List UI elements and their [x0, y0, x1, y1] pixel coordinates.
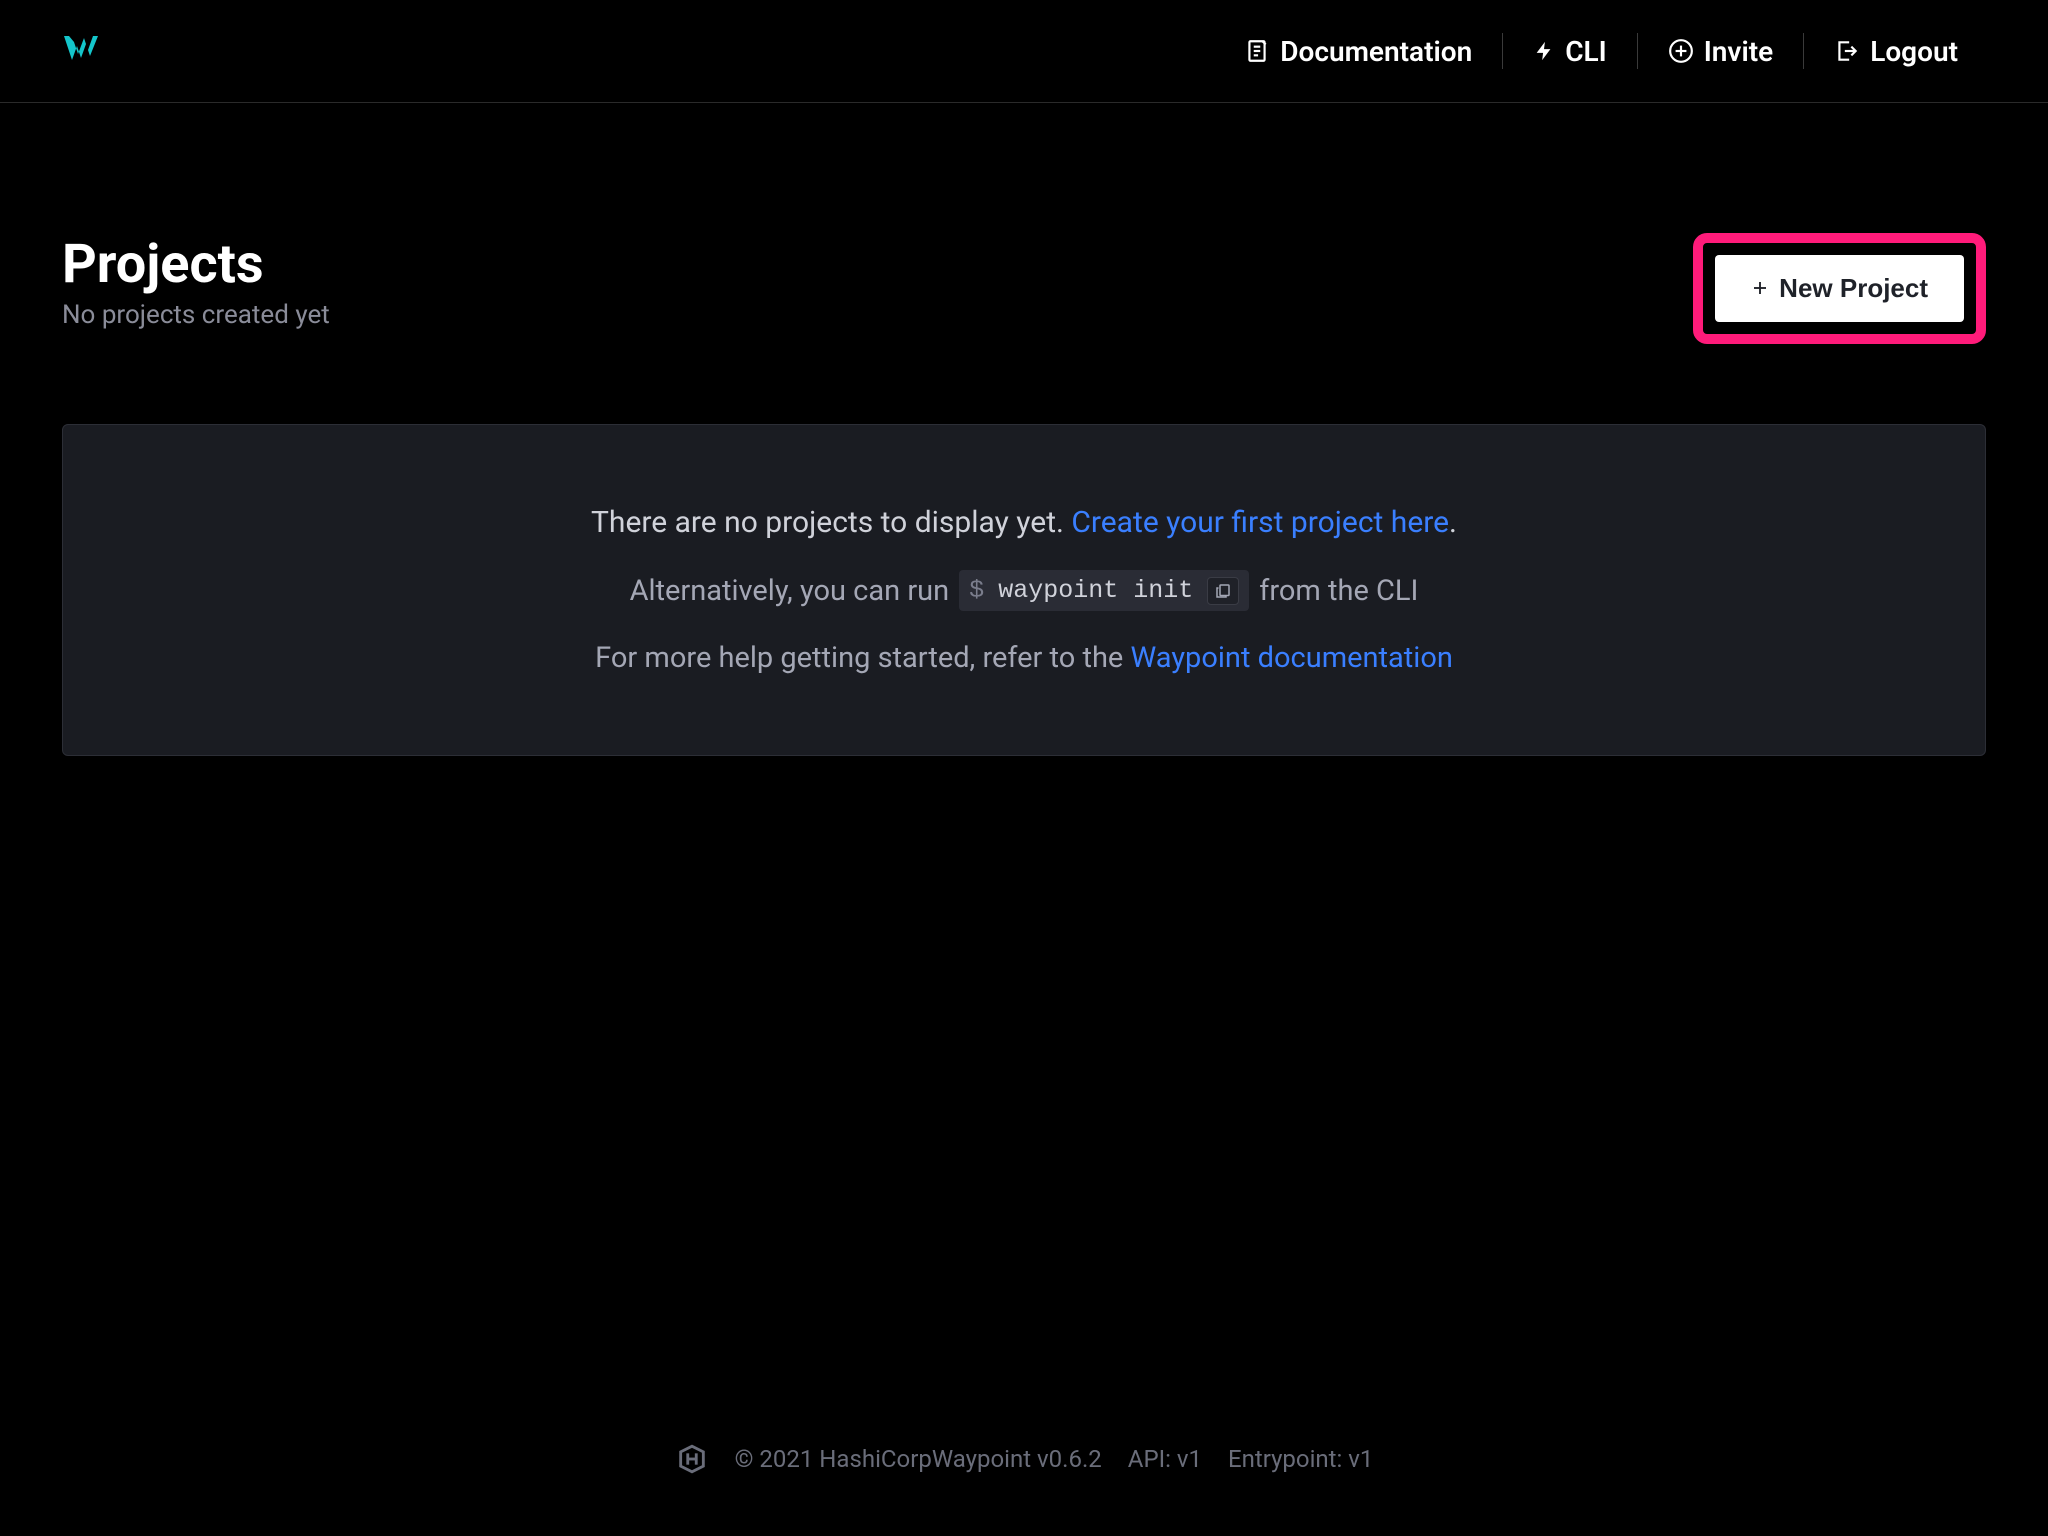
top-nav: Documentation CLI Invite — [1214, 33, 1988, 69]
nav-cli[interactable]: CLI — [1503, 35, 1637, 68]
plus-circle-icon — [1668, 38, 1694, 64]
waypoint-docs-link[interactable]: Waypoint documentation — [1131, 641, 1453, 675]
nav-cli-label: CLI — [1565, 35, 1607, 68]
waypoint-logo[interactable] — [60, 30, 102, 72]
plus-icon — [1751, 273, 1769, 304]
hashicorp-logo-icon — [675, 1442, 709, 1476]
new-project-button[interactable]: New Project — [1715, 255, 1964, 322]
nav-logout[interactable]: Logout — [1804, 35, 1988, 68]
new-project-highlight: New Project — [1693, 233, 1986, 344]
waypoint-logo-icon — [60, 30, 102, 72]
page-header: Projects No projects created yet New Pro… — [62, 233, 1986, 344]
footer: © 2021 HashiCorpWaypoint v0.6.2 API: v1 … — [0, 1442, 2048, 1476]
document-icon — [1244, 38, 1270, 64]
footer-entrypoint: Entrypoint: v1 — [1228, 1445, 1373, 1473]
page-subtitle: No projects created yet — [62, 300, 330, 330]
empty-state-line2-prefix: Alternatively, you can run — [630, 574, 950, 608]
header: Documentation CLI Invite — [0, 0, 2048, 103]
code-snippet: $ waypoint init — [959, 570, 1249, 611]
main-content: Projects No projects created yet New Pro… — [0, 103, 2048, 756]
code-prompt: $ — [969, 576, 984, 605]
page-title: Projects — [62, 233, 330, 296]
footer-api: API: v1 — [1128, 1445, 1202, 1473]
new-project-label: New Project — [1779, 273, 1928, 304]
empty-state-line2: Alternatively, you can run $ waypoint in… — [103, 570, 1945, 611]
empty-state-line1: There are no projects to display yet. Cr… — [103, 505, 1945, 540]
nav-logout-label: Logout — [1870, 35, 1958, 68]
title-group: Projects No projects created yet — [62, 233, 330, 330]
empty-state-line3-prefix: For more help getting started, refer to … — [595, 641, 1130, 675]
empty-state-line1-suffix: . — [1449, 505, 1457, 540]
empty-state-line2-suffix: from the CLI — [1259, 574, 1418, 608]
copy-button[interactable] — [1207, 577, 1239, 605]
nav-documentation-label: Documentation — [1280, 35, 1472, 68]
clipboard-icon — [1214, 582, 1232, 600]
create-first-project-link[interactable]: Create your first project here — [1071, 505, 1449, 540]
logout-icon — [1834, 38, 1860, 64]
empty-state-line3: For more help getting started, refer to … — [103, 641, 1945, 675]
nav-invite-label: Invite — [1704, 35, 1773, 68]
bolt-icon — [1533, 38, 1555, 64]
code-command: waypoint init — [998, 576, 1193, 605]
empty-state-line1-prefix: There are no projects to display yet. — [591, 505, 1071, 540]
nav-documentation[interactable]: Documentation — [1214, 35, 1502, 68]
empty-state-panel: There are no projects to display yet. Cr… — [62, 424, 1986, 756]
nav-invite[interactable]: Invite — [1638, 35, 1803, 68]
footer-copyright: © 2021 HashiCorpWaypoint v0.6.2 — [735, 1445, 1102, 1473]
